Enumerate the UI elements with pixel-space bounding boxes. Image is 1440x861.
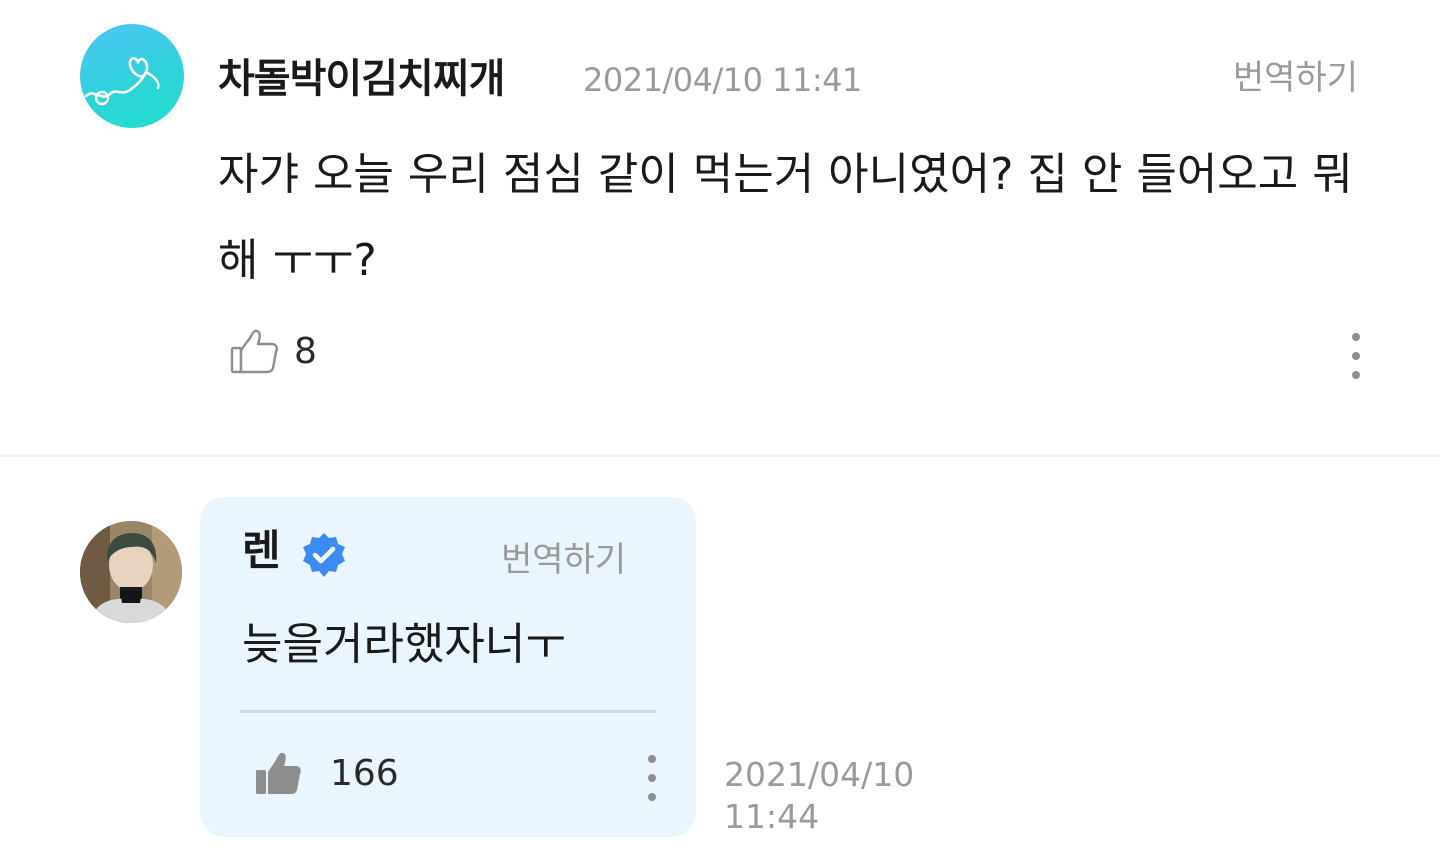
thumbs-up-outline-icon (230, 329, 278, 374)
reply-text: 늦을거라했자너ㅜ (242, 619, 566, 670)
comment-thread: 차돌박이김치찌개 2021/04/10 11:41 번역하기 자갸 오늘 우리 … (0, 0, 1440, 861)
comment-text: 자갸 오늘 우리 점심 같이 먹는거 아니였어? 집 안 들어오고 뭐해 ㅜㅜ? (218, 149, 1353, 286)
like-count: 166 (330, 753, 399, 794)
profile-photo (80, 521, 182, 623)
artist-name[interactable]: 렌 (242, 522, 281, 580)
more-options-button[interactable] (638, 752, 666, 804)
translate-button[interactable]: 번역하기 (1233, 56, 1358, 100)
reply-timestamp: 2021/04/10 11:44 (724, 754, 944, 838)
like-button[interactable]: 8 (228, 326, 317, 378)
translate-button[interactable]: 번역하기 (501, 538, 626, 582)
verified-badge-icon (300, 531, 348, 579)
user-avatar[interactable] (80, 24, 184, 128)
more-options-button[interactable] (1342, 330, 1370, 382)
comment-divider (0, 454, 1440, 457)
reply-time: 11:44 (724, 797, 820, 836)
more-vertical-icon (1352, 333, 1360, 379)
bubble-divider (240, 710, 656, 713)
artist-avatar[interactable] (80, 521, 182, 623)
heart-line-icon (84, 57, 160, 106)
like-button[interactable]: 166 (252, 748, 399, 800)
like-count: 8 (294, 331, 317, 372)
reply-date: 2021/04/10 (724, 755, 915, 794)
comment-timestamp: 2021/04/10 11:41 (583, 61, 862, 99)
more-vertical-icon (648, 755, 656, 801)
comment-author[interactable]: 차돌박이김치찌개 (218, 52, 505, 106)
thumbs-up-filled-icon (256, 752, 301, 794)
